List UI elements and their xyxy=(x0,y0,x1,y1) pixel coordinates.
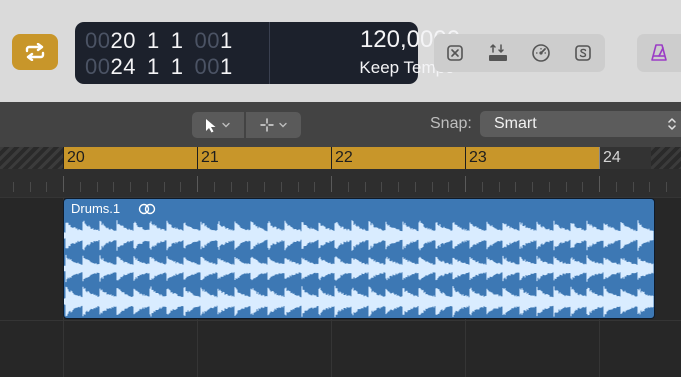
ruler-tick xyxy=(63,176,64,192)
replace-button[interactable] xyxy=(444,42,466,64)
replace-icon xyxy=(447,45,463,61)
ruler-tick xyxy=(331,176,332,192)
chevron-down-icon xyxy=(222,122,230,128)
marquee-icon xyxy=(259,118,274,132)
ruler-tick xyxy=(365,182,366,192)
region-header: Drums.1 xyxy=(64,199,654,219)
lcd-display[interactable]: 0020 1 1 001 0024 1 1 001 120,0000 Keep Tempo xyxy=(75,22,486,84)
control-bar-tools xyxy=(434,34,605,72)
ruler-tick xyxy=(532,182,533,192)
bar-number: 21 xyxy=(201,149,219,166)
ruler-tick xyxy=(281,182,282,192)
ruler-tick xyxy=(415,182,416,192)
ruler-tick xyxy=(80,182,81,192)
ruler-hatch xyxy=(651,147,681,169)
waveform xyxy=(64,220,654,318)
cycle-icon xyxy=(25,43,45,61)
ruler-tick xyxy=(633,182,634,192)
count-in-icon xyxy=(532,44,550,62)
ruler-tick xyxy=(599,176,600,192)
ruler-tick xyxy=(566,182,567,192)
ruler-hatch xyxy=(0,147,63,169)
ruler-tick xyxy=(448,182,449,192)
ruler-tick xyxy=(13,182,14,192)
ruler-tick xyxy=(30,182,31,192)
pointer-icon xyxy=(206,118,216,132)
ruler-tick xyxy=(482,182,483,192)
lcd-divider xyxy=(269,22,270,84)
ruler-tick xyxy=(298,182,299,192)
ruler-tick xyxy=(499,182,500,192)
metronome-icon xyxy=(651,44,667,61)
control-bar: 0020 1 1 001 0024 1 1 001 120,0000 Keep Tempo xyxy=(0,0,681,102)
tuning-button[interactable] xyxy=(487,42,509,64)
ruler-tick xyxy=(247,182,248,192)
ruler-tick xyxy=(348,182,349,192)
ruler-tick xyxy=(398,182,399,192)
updown-chevron-icon xyxy=(668,118,676,130)
count-in-button[interactable] xyxy=(530,42,552,64)
app-window: 0020 1 1 001 0024 1 1 001 120,0000 Keep Tempo xyxy=(0,0,681,377)
ruler-tick xyxy=(46,182,47,192)
tracks-toolbar: Snap: Smart xyxy=(0,102,681,147)
bar-marker xyxy=(465,147,466,169)
pointer-tool-menu[interactable] xyxy=(192,112,244,138)
ruler-tick xyxy=(214,182,215,192)
cycle-button[interactable] xyxy=(12,34,58,70)
audio-region[interactable]: Drums.1 xyxy=(63,198,655,319)
ruler-tick xyxy=(231,182,232,192)
ruler-tick xyxy=(432,182,433,192)
track-separator xyxy=(0,320,681,321)
ruler-tick xyxy=(97,182,98,192)
bar-number: 24 xyxy=(603,149,621,166)
ruler-tick xyxy=(113,182,114,192)
ruler-tick xyxy=(515,182,516,192)
ruler-tick xyxy=(381,182,382,192)
ruler-tick xyxy=(164,182,165,192)
metronome-button[interactable] xyxy=(637,34,681,72)
snap-value: Smart xyxy=(494,115,537,132)
snap-label: Snap: xyxy=(430,115,472,132)
ruler-tick xyxy=(130,182,131,192)
ruler-tick xyxy=(666,182,667,192)
ruler-tick xyxy=(197,176,198,192)
bar-marker xyxy=(331,147,332,169)
ruler-tick xyxy=(147,182,148,192)
bar-marker xyxy=(63,147,64,169)
bar-number: 23 xyxy=(469,149,487,166)
ruler-tick xyxy=(549,182,550,192)
bar-marker xyxy=(599,147,600,169)
ruler-tick xyxy=(649,182,650,192)
left-locator[interactable]: 0020 1 1 001 xyxy=(85,29,233,53)
ruler-tick xyxy=(264,182,265,192)
chevron-down-icon xyxy=(278,122,287,128)
stereo-icon xyxy=(138,203,156,215)
command-tool-menu[interactable] xyxy=(246,112,301,138)
right-locator[interactable]: 0024 1 1 001 xyxy=(85,55,233,79)
ruler-tick xyxy=(616,182,617,192)
beat-ticks xyxy=(0,169,681,197)
ruler-tick xyxy=(314,182,315,192)
ruler-tick xyxy=(180,182,181,192)
snap-select[interactable]: Smart xyxy=(480,111,681,137)
bar-number: 20 xyxy=(67,149,85,166)
bar-number: 22 xyxy=(335,149,353,166)
bar-marker xyxy=(197,147,198,169)
ruler-tick xyxy=(582,182,583,192)
solo-icon xyxy=(575,45,591,61)
solo-button[interactable] xyxy=(572,42,594,64)
region-name: Drums.1 xyxy=(71,201,121,216)
bar-ruler[interactable]: 20 21 22 23 24 xyxy=(0,147,681,197)
waveform-path xyxy=(64,220,654,318)
tracks-area[interactable]: Drums.1 xyxy=(0,197,681,377)
ruler-tick xyxy=(465,176,466,192)
tuning-icon xyxy=(489,43,507,61)
